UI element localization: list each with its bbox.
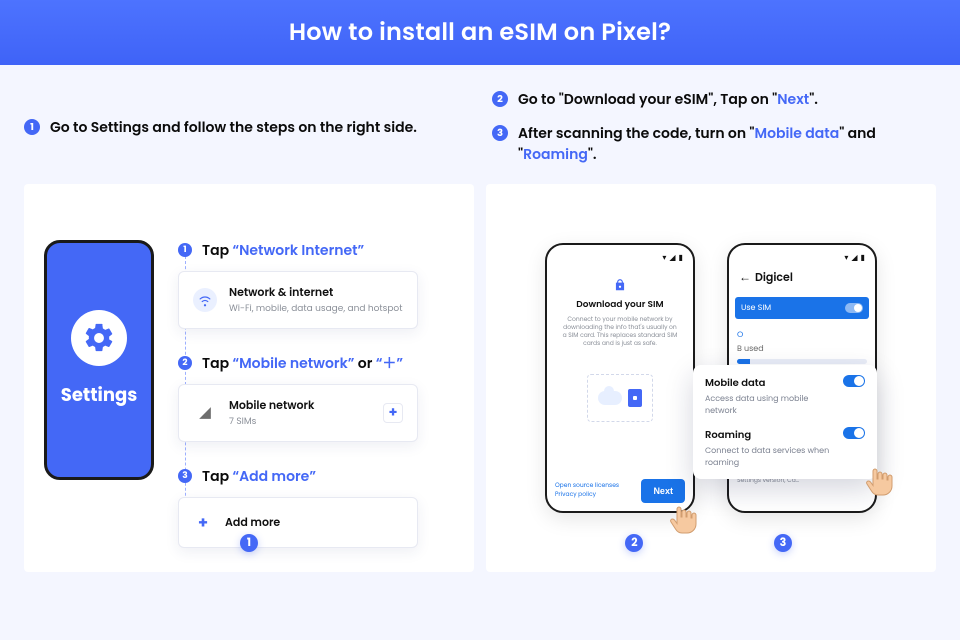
step-3-text: Tap “Add more” — [202, 466, 316, 487]
intro-step-3-text: After scanning the code, turn on "Mobile… — [518, 123, 936, 164]
sim-icon — [628, 389, 642, 407]
intro-left: 1 Go to Settings and follow the steps on… — [24, 89, 468, 164]
card-title: Add more — [225, 514, 280, 531]
gear-icon — [71, 310, 127, 366]
roaming-toggle[interactable] — [843, 427, 865, 439]
panel-2-foot-badge-2: 2 — [625, 534, 643, 552]
intro-step-2-text: Go to "Download your eSIM", Tap on "Next… — [518, 89, 818, 109]
signal-icon: ◢ — [851, 254, 857, 262]
download-sim-body: Download your SIM Connect to your mobile… — [553, 263, 687, 422]
step-badge-2: 2 — [492, 91, 508, 107]
step-mobile-network: 2 Tap “Mobile network” or “＋” Mobile net… — [178, 353, 418, 442]
status-icons: ▾ ◢ ▮ — [844, 254, 865, 262]
status-icons: ▾ ◢ ▮ — [662, 254, 683, 262]
gauge-value: B used — [737, 343, 867, 355]
signal-icon — [193, 401, 217, 425]
mobile-data-subtitle: Access data using mobile network — [705, 393, 835, 417]
step-number-2: 2 — [178, 356, 192, 370]
step-2-text: Tap “Mobile network” or “＋” — [202, 353, 403, 374]
panel-1-foot-badge: 1 — [240, 534, 258, 552]
step-badge-3: 3 — [492, 125, 508, 141]
page-title: How to install an eSIM on Pixel? — [289, 15, 671, 50]
battery-icon: ▮ — [861, 254, 865, 262]
use-sim-label: Use SIM — [741, 302, 771, 314]
intro-step-2: 2 Go to "Download your eSIM", Tap on "Ne… — [492, 89, 936, 109]
status-bar: ▾ ◢ ▮ — [553, 253, 687, 263]
signal-icon: ◢ — [669, 254, 675, 262]
plus-icon: + — [193, 510, 213, 535]
toggle-overlay-card: Mobile data Access data using mobile net… — [693, 365, 877, 479]
roaming-subtitle: Connect to data services when roaming — [705, 445, 835, 469]
step-1-head: 1 Tap “Network Internet” — [178, 240, 418, 261]
intro-step-1-text: Go to Settings and follow the steps on t… — [50, 117, 417, 137]
card-mobile-network[interactable]: Mobile network 7 SIMs + — [178, 384, 418, 442]
download-sim-title: Download your SIM — [576, 299, 663, 312]
intro-right: 2 Go to "Download your eSIM", Tap on "Ne… — [492, 89, 936, 164]
highlight-roaming: Roaming — [523, 144, 588, 164]
status-bar: ▾ ◢ ▮ — [735, 253, 869, 263]
step-number-1: 1 — [178, 243, 192, 257]
cloud-icon — [598, 391, 622, 405]
settings-phone: Settings — [44, 240, 154, 480]
next-button[interactable]: Next — [641, 479, 685, 503]
use-sim-toggle[interactable] — [845, 303, 863, 313]
step-1-text: Tap “Network Internet” — [202, 240, 364, 261]
use-sim-row[interactable]: Use SIM — [735, 297, 869, 319]
highlight-next: Next — [777, 89, 809, 109]
intro-section: 1 Go to Settings and follow the steps on… — [0, 65, 960, 164]
step-2-head: 2 Tap “Mobile network” or “＋” — [178, 353, 418, 374]
intro-step-1: 1 Go to Settings and follow the steps on… — [24, 117, 468, 137]
steps-column: 1 Tap “Network Internet” Network & inter… — [178, 240, 418, 554]
download-sim-footer: Open source licenses Privacy policy Next — [555, 479, 685, 503]
step-badge-1: 1 — [24, 119, 40, 135]
panel-2: ▾ ◢ ▮ Download your SIM Connect to your … — [486, 184, 936, 572]
step-3-head: 3 Tap “Add more” — [178, 466, 418, 487]
card-title: Mobile network — [229, 397, 314, 414]
row-mobile-data[interactable]: Mobile data Access data using mobile net… — [705, 375, 865, 417]
card-title: Network & internet — [229, 284, 402, 301]
mobile-data-toggle[interactable] — [843, 375, 865, 387]
legal-links[interactable]: Open source licenses Privacy policy — [555, 482, 641, 500]
settings-label: Settings — [61, 382, 137, 409]
back-arrow-icon[interactable]: ← — [739, 269, 751, 287]
step-add-more: 3 Tap “Add more” + Add more — [178, 466, 418, 548]
panel-2-foot-badge-3: 3 — [774, 534, 792, 552]
phone-download-sim: ▾ ◢ ▮ Download your SIM Connect to your … — [545, 243, 695, 513]
download-sim-subtitle: Connect to your mobile network by downlo… — [561, 316, 679, 348]
roaming-title: Roaming — [705, 427, 835, 443]
card-subtitle: 7 SIMs — [229, 416, 314, 429]
phone-sim-settings: ▾ ◢ ▮ ← Digicel Use SIM O B used 2.00 GB… — [727, 243, 877, 513]
panel-1: Settings 1 Tap “Network Internet” Netw — [24, 184, 474, 572]
card-network-internet[interactable]: Network & internet Wi-Fi, mobile, data u… — [178, 271, 418, 329]
status-time — [557, 253, 559, 263]
card-add-more[interactable]: + Add more — [178, 497, 418, 548]
sim-illustration — [587, 374, 653, 422]
card-subtitle: Wi-Fi, mobile, data usage, and hotspot — [229, 303, 402, 316]
wifi-icon — [193, 288, 217, 312]
gauge-label: O — [737, 329, 867, 341]
row-roaming[interactable]: Roaming Connect to data services when ro… — [705, 427, 865, 469]
panels: Settings 1 Tap “Network Internet” Netw — [0, 164, 960, 596]
intro-step-3: 3 After scanning the code, turn on "Mobi… — [492, 123, 936, 164]
pointer-hand-icon — [667, 501, 699, 537]
highlight-mobile-data: Mobile data — [755, 123, 840, 143]
appbar: ← Digicel — [735, 263, 869, 297]
battery-icon: ▮ — [679, 254, 683, 262]
wifi-icon: ▾ — [662, 254, 666, 262]
carrier-title: Digicel — [755, 269, 793, 286]
page-header: How to install an eSIM on Pixel? — [0, 0, 960, 65]
add-plus-button[interactable]: + — [383, 403, 403, 423]
mobile-data-title: Mobile data — [705, 375, 835, 391]
step-network-internet: 1 Tap “Network Internet” Network & inter… — [178, 240, 418, 329]
step-number-3: 3 — [178, 469, 192, 483]
lock-icon — [613, 277, 627, 291]
wifi-icon: ▾ — [844, 254, 848, 262]
